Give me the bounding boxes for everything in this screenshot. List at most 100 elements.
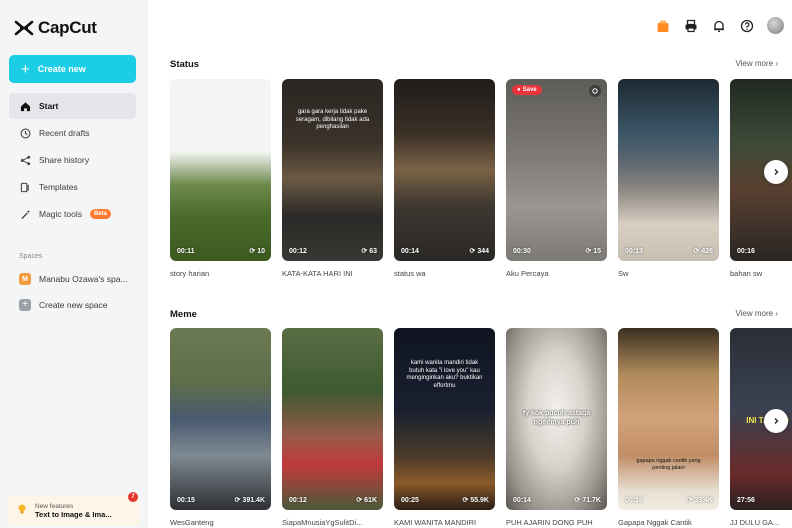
bell-icon[interactable] bbox=[711, 18, 727, 34]
duration-label: 00:16 bbox=[625, 497, 643, 504]
template-title: WesGanteng bbox=[170, 518, 214, 527]
template-card[interactable]: 00:15 ⟳ 391.4K WesGanteng bbox=[170, 328, 271, 527]
notification-badge: 7 bbox=[128, 492, 138, 502]
view-more-meme-link[interactable]: View more › bbox=[735, 309, 778, 318]
duration-label: 00:11 bbox=[177, 248, 195, 255]
template-title: SiapaMnusiaYgSulitDi... bbox=[282, 518, 363, 527]
space-name: Manabu Ozawa's spa... bbox=[39, 274, 128, 284]
template-title: Gapapa Nggak Cantik bbox=[618, 518, 692, 527]
uses-icon: ⟳ bbox=[574, 497, 581, 504]
uses-icon: ⟳ bbox=[462, 497, 469, 504]
template-thumbnail: gara gara kerja tidak pake seragam, dibi… bbox=[282, 79, 383, 261]
chevron-right-icon: › bbox=[775, 59, 778, 68]
template-card[interactable]: ● Save 00:30 ⟳ 15 Aku Percaya bbox=[506, 79, 607, 278]
sidebar-item-templates[interactable]: Templates bbox=[9, 174, 136, 200]
create-new-label: Create new bbox=[37, 64, 86, 74]
duration-label: 00:14 bbox=[513, 497, 531, 504]
duration-label: 00:13 bbox=[625, 248, 643, 255]
plus-icon: + bbox=[19, 299, 31, 311]
create-new-button[interactable]: + Create new bbox=[9, 55, 136, 83]
scroll-right-button[interactable] bbox=[764, 160, 788, 184]
spaces-heading: Spaces bbox=[19, 253, 43, 260]
template-title: Sw bbox=[618, 269, 629, 278]
lightbulb-icon bbox=[16, 502, 28, 520]
duration-label: 00:30 bbox=[513, 248, 531, 255]
sidebar-item-magic-tools[interactable]: Magic tools Beta bbox=[9, 201, 136, 227]
section-title-meme: Meme bbox=[170, 309, 197, 320]
template-title: KATA-KATA HARI INI bbox=[282, 269, 353, 278]
uses-count: ⟳ 71.7K bbox=[574, 496, 601, 505]
uses-count: ⟳ 391.4K bbox=[234, 496, 265, 505]
sidebar-item-label: Share history bbox=[39, 155, 90, 165]
capcut-logo[interactable]: CapCut bbox=[14, 18, 97, 38]
new-features-card[interactable]: New features Text to Image & Ima... 7 bbox=[8, 492, 140, 526]
avatar[interactable] bbox=[767, 17, 784, 34]
meme-template-row: 00:15 ⟳ 391.4K WesGanteng 00:12 ⟳ 61K Siap… bbox=[170, 328, 792, 528]
template-title: bahan sw bbox=[730, 269, 763, 278]
template-thumbnail: ty kok pucuh astaga ngeihnya puh 00:14 ⟳… bbox=[506, 328, 607, 510]
sidebar-item-start[interactable]: Start bbox=[9, 93, 136, 119]
template-thumbnail: 00:13 ⟳ 426 bbox=[618, 79, 719, 261]
sidebar-item-share-history[interactable]: Share history bbox=[9, 147, 136, 173]
template-title: Aku Percaya bbox=[506, 269, 549, 278]
new-features-label: New features bbox=[35, 503, 74, 510]
view-more-status-link[interactable]: View more › bbox=[735, 59, 778, 68]
help-icon[interactable] bbox=[739, 18, 755, 34]
uses-count: ⟳ 63 bbox=[361, 247, 377, 256]
template-card[interactable]: kami wanita mandiri tidak butuh kata "i … bbox=[394, 328, 495, 527]
sidebar-item-recent-drafts[interactable]: Recent drafts bbox=[9, 120, 136, 146]
sidebar-item-label: Magic tools bbox=[39, 209, 82, 219]
printer-icon[interactable] bbox=[683, 18, 699, 34]
create-new-space-button[interactable]: + Create new space bbox=[9, 294, 136, 316]
section-title-status: Status bbox=[170, 59, 200, 70]
uses-count: ⟳ 426 bbox=[693, 247, 713, 256]
duration-label: 00:12 bbox=[289, 248, 307, 255]
scan-icon[interactable] bbox=[589, 85, 601, 97]
plus-icon: + bbox=[21, 60, 30, 78]
template-card[interactable]: gapapa nggak cantik yang penting jalani … bbox=[618, 328, 719, 527]
sidebar-item-label: Start bbox=[39, 101, 59, 111]
template-thumbnail: ● Save 00:30 ⟳ 15 bbox=[506, 79, 607, 261]
template-title: story harian bbox=[170, 269, 210, 278]
duration-label: 00:14 bbox=[401, 248, 419, 255]
app-name: CapCut bbox=[38, 18, 97, 37]
sidebar-item-label: Templates bbox=[39, 182, 78, 192]
template-card[interactable]: 00:12 ⟳ 61K SiapaMnusiaYgSulitDi... bbox=[282, 328, 383, 527]
uses-icon: ⟳ bbox=[686, 497, 693, 504]
space-item[interactable]: M Manabu Ozawa's spa... bbox=[9, 268, 136, 290]
template-thumbnail: 00:12 ⟳ 61K bbox=[282, 328, 383, 510]
pin-icon: ● bbox=[517, 87, 521, 93]
template-card[interactable]: 00:13 ⟳ 426 Sw bbox=[618, 79, 719, 278]
uses-icon: ⟳ bbox=[361, 248, 368, 255]
clock-icon bbox=[19, 127, 31, 139]
template-card[interactable]: 00:11 ⟳ 10 story harian bbox=[170, 79, 271, 278]
template-card[interactable]: gara gara kerja tidak pake seragam, dibi… bbox=[282, 79, 383, 278]
thumbnail-caption: ty kok pucuh astaga ngeihnya puh bbox=[522, 410, 591, 426]
template-thumbnail: 00:11 ⟳ 10 bbox=[170, 79, 271, 261]
template-thumbnail: gapapa nggak cantik yang penting jalani … bbox=[618, 328, 719, 510]
template-card[interactable]: 00:14 ⟳ 344 status wa bbox=[394, 79, 495, 278]
thumbnail-caption: kami wanita mandiri tidak butuh kata "i … bbox=[406, 360, 483, 389]
uses-count: ⟳ 15 bbox=[585, 247, 601, 256]
scroll-right-button[interactable] bbox=[764, 409, 788, 433]
thumbnail-caption: gapapa nggak cantik yang penting jalani bbox=[636, 458, 701, 471]
uses-count: ⟳ 10 bbox=[249, 247, 265, 256]
uses-icon: ⟳ bbox=[234, 497, 241, 504]
uses-icon: ⟳ bbox=[693, 248, 700, 255]
create-new-space-label: Create new space bbox=[39, 300, 108, 310]
home-icon bbox=[19, 100, 31, 112]
template-icon bbox=[19, 181, 31, 193]
uses-icon: ⟳ bbox=[356, 497, 363, 504]
uses-count: ⟳ 55.9K bbox=[462, 496, 489, 505]
gift-icon[interactable] bbox=[655, 18, 671, 34]
duration-label: 00:16 bbox=[737, 248, 755, 255]
uses-icon: ⟳ bbox=[585, 248, 592, 255]
thumbnail-caption: gara gara kerja tidak pake seragam, dibi… bbox=[295, 109, 370, 130]
template-card[interactable]: ty kok pucuh astaga ngeihnya puh 00:14 ⟳… bbox=[506, 328, 607, 527]
template-thumbnail: kami wanita mandiri tidak butuh kata "i … bbox=[394, 328, 495, 510]
uses-icon: ⟳ bbox=[469, 248, 476, 255]
magic-wand-icon bbox=[19, 208, 31, 220]
uses-count: ⟳ 61K bbox=[356, 496, 377, 505]
status-template-row: 00:11 ⟳ 10 story harian gara gara kerja t… bbox=[170, 79, 792, 285]
save-button[interactable]: ● Save bbox=[512, 85, 542, 95]
